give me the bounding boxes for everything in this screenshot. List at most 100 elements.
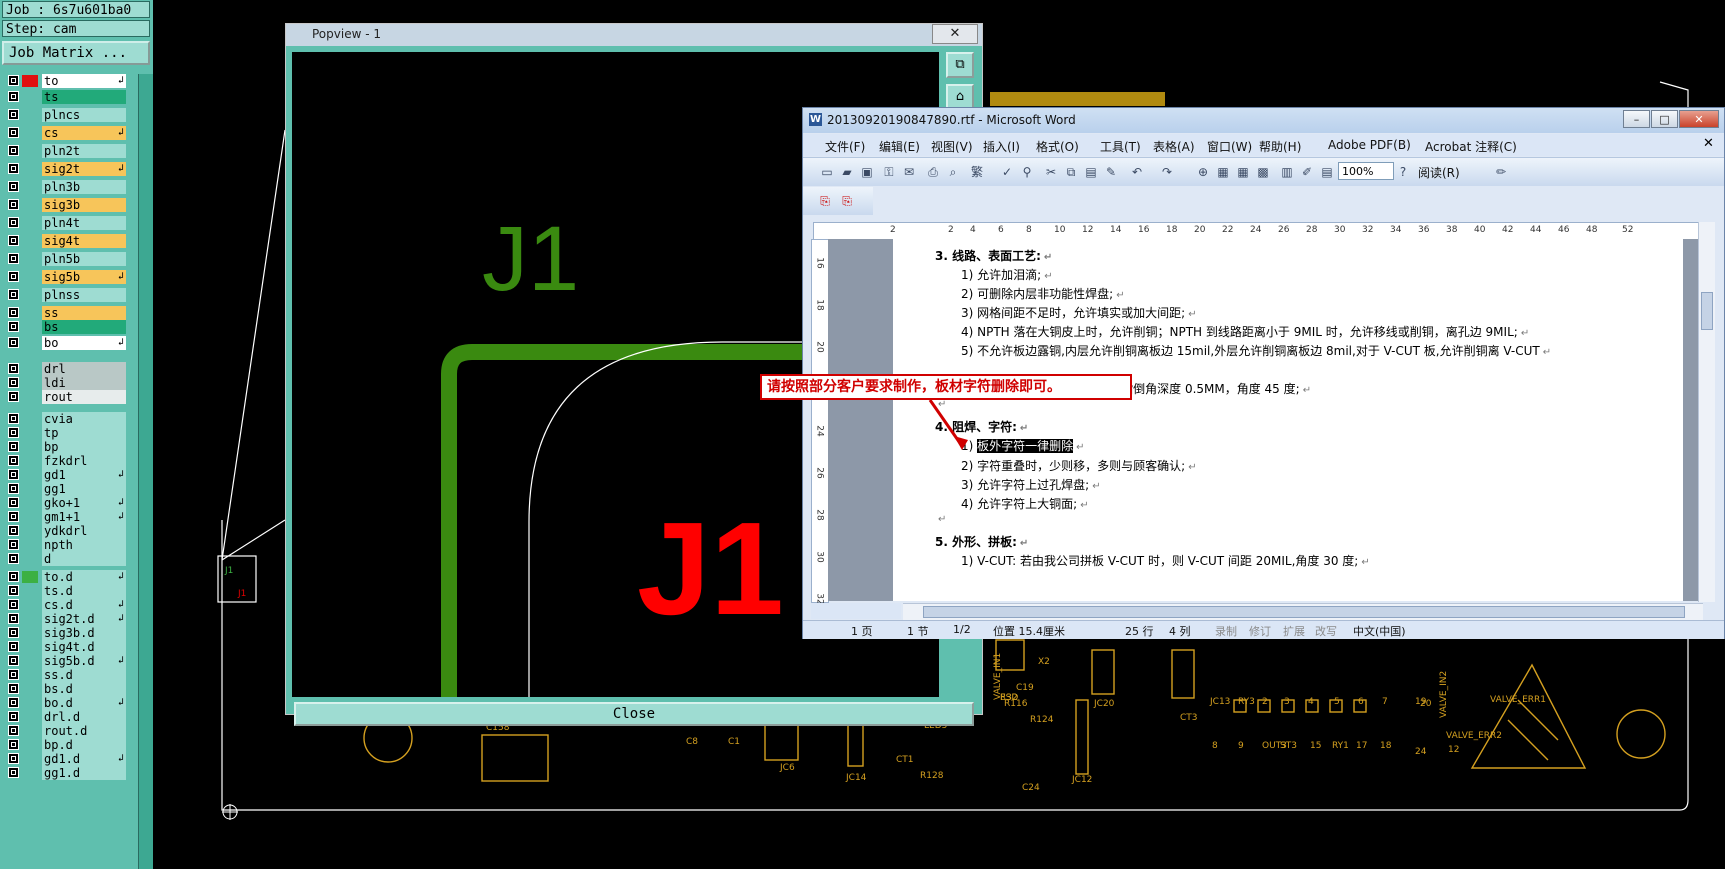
layer-row[interactable]: rout bbox=[2, 390, 137, 404]
layer-row[interactable]: gd1.d ↲ bbox=[2, 752, 137, 766]
doc-line[interactable]: 3) 网格间距不足时，允许填实或加大间距; ↵ bbox=[961, 304, 1197, 321]
layer-row[interactable]: bp bbox=[2, 440, 137, 454]
layer-checkbox[interactable] bbox=[8, 127, 19, 138]
vertical-scrollbar[interactable] bbox=[1698, 222, 1715, 602]
layer-name[interactable]: plncs bbox=[42, 108, 126, 122]
layer-checkbox[interactable] bbox=[8, 91, 19, 102]
job-matrix-button[interactable]: Job Matrix ... bbox=[2, 41, 150, 65]
save-icon[interactable]: ▣ bbox=[859, 164, 875, 180]
layer-name[interactable]: to.d ↲ bbox=[42, 570, 126, 584]
layer-name[interactable]: ts.d bbox=[42, 584, 126, 598]
layer-display-color[interactable] bbox=[22, 163, 38, 175]
layer-row[interactable]: bp.d bbox=[2, 738, 137, 752]
layer-display-color[interactable] bbox=[22, 145, 38, 157]
layer-row[interactable]: sig3b.d bbox=[2, 626, 137, 640]
doc-line[interactable]: 4) 允许字符上大铜面; ↵ bbox=[961, 495, 1089, 512]
word-titlebar[interactable]: W 20130920190847890.rtf - Microsoft Word… bbox=[803, 108, 1724, 133]
menu-item[interactable]: 表格(A) bbox=[1153, 138, 1195, 155]
layer-display-color[interactable] bbox=[22, 253, 38, 265]
layer-name[interactable]: drl bbox=[42, 362, 126, 376]
layer-list-scrollbar[interactable] bbox=[138, 74, 153, 869]
layer-name[interactable]: bo ↲ bbox=[42, 336, 126, 350]
undo-icon[interactable]: ↶ bbox=[1129, 164, 1145, 180]
columns-icon[interactable]: ▥ bbox=[1279, 164, 1295, 180]
layer-name[interactable]: gd1 ↲ bbox=[42, 468, 126, 482]
layer-display-color[interactable] bbox=[22, 337, 38, 349]
layer-checkbox[interactable] bbox=[8, 163, 19, 174]
layer-row[interactable]: ldi bbox=[2, 376, 137, 390]
menu-item[interactable]: Acrobat 注释(C) bbox=[1425, 138, 1517, 155]
layer-name[interactable]: sig5b.d ↲ bbox=[42, 654, 126, 668]
layer-row[interactable]: ss.d bbox=[2, 668, 137, 682]
layer-row[interactable]: pln4t bbox=[2, 216, 137, 230]
layer-name[interactable]: plnss bbox=[42, 288, 126, 302]
layer-display-color[interactable] bbox=[22, 683, 38, 695]
layer-display-color[interactable] bbox=[22, 363, 38, 375]
layer-checkbox[interactable] bbox=[8, 145, 19, 156]
menu-item[interactable]: 窗口(W) bbox=[1207, 138, 1252, 155]
new-doc-icon[interactable]: ▭ bbox=[819, 164, 835, 180]
layer-row[interactable]: fzkdrl bbox=[2, 454, 137, 468]
layer-row[interactable]: bs.d bbox=[2, 682, 137, 696]
layer-name[interactable]: cs ↲ bbox=[42, 126, 126, 140]
layer-name[interactable]: gm1+1 ↲ bbox=[42, 510, 126, 524]
layer-row[interactable]: plnss bbox=[2, 288, 137, 302]
popview-zoom-icon[interactable]: ⧉ bbox=[946, 52, 974, 78]
layer-checkbox[interactable] bbox=[8, 655, 19, 666]
doc-line[interactable]: 1) V-CUT: 若由我公司拼板 V-CUT 时，则 V-CUT 间距 20M… bbox=[961, 552, 1370, 569]
layer-name[interactable]: gg1 bbox=[42, 482, 126, 496]
layer-display-color[interactable] bbox=[22, 427, 38, 439]
layer-checkbox[interactable] bbox=[8, 767, 19, 778]
layer-name[interactable]: sig2t ↲ bbox=[42, 162, 126, 176]
layer-checkbox[interactable] bbox=[8, 539, 19, 550]
menu-item[interactable]: 编辑(E) bbox=[879, 138, 920, 155]
layer-display-color[interactable] bbox=[22, 627, 38, 639]
layer-name[interactable]: rout.d bbox=[42, 724, 126, 738]
layer-display-color[interactable] bbox=[22, 455, 38, 467]
layer-display-color[interactable] bbox=[22, 525, 38, 537]
menu-item[interactable]: 插入(I) bbox=[983, 138, 1020, 155]
layer-checkbox[interactable] bbox=[8, 725, 19, 736]
layer-display-color[interactable] bbox=[22, 641, 38, 653]
layer-display-color[interactable] bbox=[22, 753, 38, 765]
layer-checkbox[interactable] bbox=[8, 469, 19, 480]
layer-name[interactable]: sig3b bbox=[42, 198, 126, 212]
doc-line[interactable]: 5. 外形、拼板: ↵ bbox=[935, 533, 1028, 550]
layer-checkbox[interactable] bbox=[8, 711, 19, 722]
layer-checkbox[interactable] bbox=[8, 585, 19, 596]
layer-checkbox[interactable] bbox=[8, 181, 19, 192]
layer-display-color[interactable] bbox=[22, 767, 38, 779]
layer-name[interactable]: gko+1 ↲ bbox=[42, 496, 126, 510]
layer-display-color[interactable] bbox=[22, 75, 38, 87]
layer-name[interactable]: sig2t.d ↲ bbox=[42, 612, 126, 626]
layer-name[interactable]: cs.d ↲ bbox=[42, 598, 126, 612]
doc-line[interactable]: 2) 字符重叠时，少则移，多则与顾客确认; ↵ bbox=[961, 457, 1197, 474]
layer-name[interactable]: sig4t.d bbox=[42, 640, 126, 654]
layer-checkbox[interactable] bbox=[8, 199, 19, 210]
layer-display-color[interactable] bbox=[22, 271, 38, 283]
layer-checkbox[interactable] bbox=[8, 377, 19, 388]
doc-line[interactable]: 5) 不允许板边露铜,内层允许削铜离板边 15mil,外层允许削铜离板边 8mi… bbox=[961, 342, 1551, 359]
layer-checkbox[interactable] bbox=[8, 455, 19, 466]
layer-display-color[interactable] bbox=[22, 511, 38, 523]
print-icon[interactable]: ⎙ bbox=[925, 164, 941, 180]
layer-checkbox[interactable] bbox=[8, 683, 19, 694]
layer-checkbox[interactable] bbox=[8, 441, 19, 452]
layer-row[interactable]: d bbox=[2, 552, 137, 566]
doc-line[interactable]: 2) 可删除内层非功能性焊盘; ↵ bbox=[961, 285, 1125, 302]
layer-name[interactable]: ts bbox=[42, 90, 126, 104]
layer-checkbox[interactable] bbox=[8, 75, 19, 86]
doc-line[interactable]: 3) 允许字符上过孔焊盘; ↵ bbox=[961, 476, 1101, 493]
layer-row[interactable]: ydkdrl bbox=[2, 524, 137, 538]
layer-checkbox[interactable] bbox=[8, 391, 19, 402]
layer-name[interactable]: ss.d bbox=[42, 668, 126, 682]
layer-checkbox[interactable] bbox=[8, 511, 19, 522]
status-item[interactable]: 修订 bbox=[1249, 623, 1271, 639]
layer-display-color[interactable] bbox=[22, 483, 38, 495]
tables-borders-icon[interactable]: ▦ bbox=[1215, 164, 1231, 180]
layer-name[interactable]: ss bbox=[42, 306, 126, 320]
vertical-scroll-thumb[interactable] bbox=[1701, 292, 1713, 330]
selected-text[interactable]: 板外字符一律删除 bbox=[977, 439, 1074, 453]
layer-checkbox[interactable] bbox=[8, 235, 19, 246]
hyperlink-icon[interactable]: ⊕ bbox=[1195, 164, 1211, 180]
